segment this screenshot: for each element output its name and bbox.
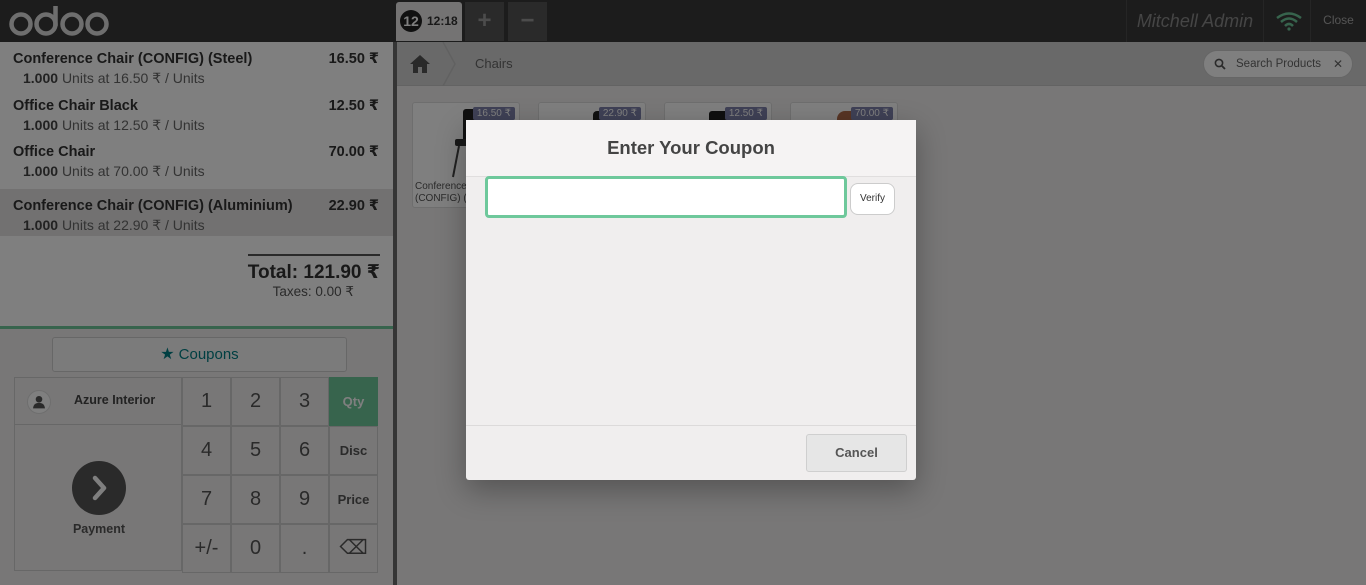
coupon-popup: Enter Your Coupon Verify Cancel bbox=[466, 120, 916, 480]
verify-button[interactable]: Verify bbox=[850, 183, 895, 215]
popup-footer-divider bbox=[466, 425, 916, 426]
cancel-button[interactable]: Cancel bbox=[806, 434, 907, 472]
coupon-code-input[interactable] bbox=[485, 176, 847, 218]
popup-title: Enter Your Coupon bbox=[466, 120, 916, 177]
